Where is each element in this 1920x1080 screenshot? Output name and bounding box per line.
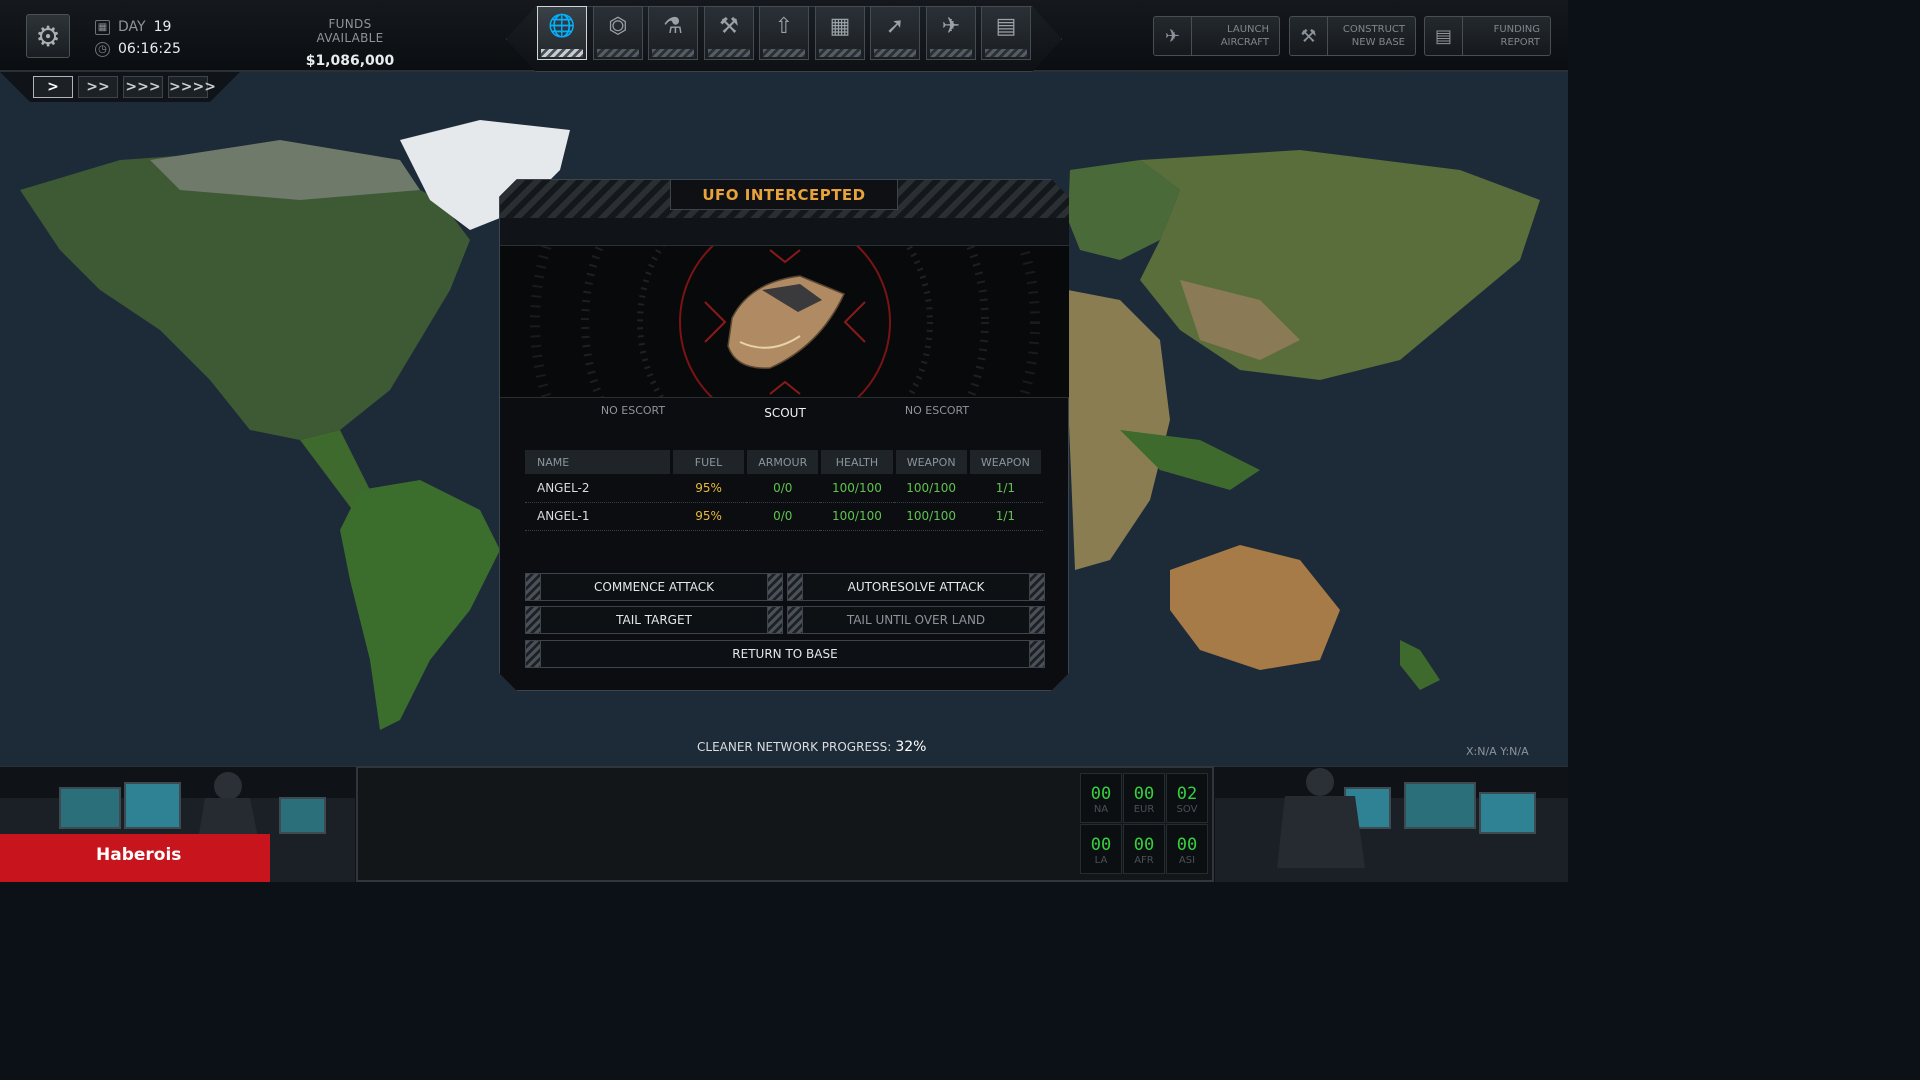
microscope-icon: ⚗	[663, 14, 683, 39]
table-row[interactable]: ANGEL-1 95% 0/0 100/100 100/100 1/1	[525, 502, 1043, 531]
craft-name: ANGEL-1	[525, 502, 672, 531]
col-weapon-2: WEAPON	[968, 450, 1045, 474]
counter-afr: 00 AFR	[1123, 824, 1165, 874]
progress-label: CLEANER NETWORK PROGRESS:	[697, 740, 892, 754]
craft-weapon-2: 1/1	[968, 502, 1043, 531]
nav-geoscape[interactable]: 🌐	[537, 6, 587, 60]
escort-left-label: NO ESCORT	[600, 404, 666, 417]
speed-4-button[interactable]: >>>>	[168, 76, 216, 98]
craft-table-header: NAME FUEL ARMOUR HEALTH WEAPON WEAPON	[525, 450, 1045, 474]
speed-3-button[interactable]: >>>	[123, 76, 163, 98]
day-label: DAY	[118, 19, 146, 35]
map-coordinates: X:N/A Y:N/A	[1466, 745, 1529, 758]
craft-armour: 0/0	[745, 502, 820, 531]
autoresolve-attack-button[interactable]: AUTORESOLVE ATTACK	[787, 573, 1045, 601]
aircraft-icon: ✈	[1154, 17, 1192, 55]
tail-target-button[interactable]: TAIL TARGET	[525, 606, 783, 634]
funds-label: FUNDS AVAILABLE	[316, 17, 384, 45]
table-row[interactable]: ANGEL-2 95% 0/0 100/100 100/100 1/1	[525, 474, 1043, 503]
craft-fuel: 95%	[671, 502, 746, 531]
counter-na: 00 NA	[1080, 773, 1122, 823]
progress-value: 32%	[895, 739, 927, 755]
cabinet-icon: ▤	[995, 14, 1017, 39]
nav-engineering[interactable]: ⚒	[704, 6, 754, 60]
tail-until-over-land-button[interactable]: TAIL UNTIL OVER LAND	[787, 606, 1045, 634]
construct-base-label: CONSTRUCT NEW BASE	[1342, 24, 1405, 48]
craft-weapon-1: 100/100	[894, 474, 969, 503]
ufo-type-label: SCOUT	[764, 406, 806, 420]
speed-1-button[interactable]: >	[33, 76, 73, 98]
return-to-base-button[interactable]: RETURN TO BASE	[525, 640, 1045, 668]
day-value: 19	[153, 19, 172, 35]
jet-icon: ✈	[941, 14, 961, 39]
ufo-scout-icon	[727, 275, 846, 369]
craft-health: 100/100	[819, 474, 895, 503]
funding-report-button[interactable]: ▤ FUNDING REPORT	[1424, 16, 1551, 56]
nav-stores[interactable]: ▦	[815, 6, 865, 60]
dialog-sub-strip	[500, 218, 1069, 246]
craft-weapon-2: 1/1	[968, 474, 1043, 503]
craft-weapon-1: 100/100	[894, 502, 969, 531]
commence-attack-button[interactable]: COMMENCE ATTACK	[525, 573, 783, 601]
date-time-display: ▦ DAY 19 ◷ 06:16:25	[95, 16, 181, 60]
globe-icon: 🌐	[548, 14, 576, 39]
col-name: NAME	[525, 450, 673, 474]
nav-soldiers[interactable]: ⇧	[759, 6, 809, 60]
escort-right-label: NO ESCORT	[904, 404, 970, 417]
counter-sov: 02 SOV	[1166, 773, 1208, 823]
game-time: 06:16:25	[118, 41, 181, 57]
launch-aircraft-button[interactable]: ✈ LAUNCH AIRCRAFT	[1153, 16, 1280, 56]
stores-icon: ▦	[829, 14, 851, 39]
funds-display: FUNDS AVAILABLE $1,086,000	[296, 17, 404, 69]
nav-hangar[interactable]: ✈	[926, 6, 976, 60]
counter-eur: 00 EUR	[1123, 773, 1165, 823]
col-fuel: FUEL	[671, 450, 748, 474]
craft-health: 100/100	[819, 502, 895, 531]
nav-research[interactable]: ⚗	[648, 6, 698, 60]
rifle-icon: ➚	[885, 14, 905, 39]
nav-armory[interactable]: ➚	[870, 6, 920, 60]
col-health: HEALTH	[819, 450, 896, 474]
funding-report-label: FUNDING REPORT	[1493, 24, 1540, 48]
operator-console-right	[1215, 768, 1568, 882]
col-armour: ARMOUR	[745, 450, 822, 474]
dialog-title: UFO INTERCEPTED	[702, 185, 866, 204]
craft-fuel: 95%	[671, 474, 746, 503]
craft-table: NAME FUEL ARMOUR HEALTH WEAPON WEAPON AN…	[525, 450, 1045, 531]
calendar-icon: ▦	[95, 19, 110, 35]
counter-la: 00 LA	[1080, 824, 1122, 874]
settings-button[interactable]: ⚙	[26, 14, 70, 58]
region-counters: 00 NA 00 EUR 02 SOV 00 LA 00 AFR 00 ASI	[1080, 773, 1208, 879]
funds-value: $1,086,000	[305, 53, 395, 69]
ufo-radar-view	[500, 246, 1069, 398]
counter-asi: 00 ASI	[1166, 824, 1208, 874]
nav-archives[interactable]: ▤	[981, 6, 1031, 60]
construct-base-button[interactable]: ⚒ CONSTRUCT NEW BASE	[1289, 16, 1416, 56]
gear-icon: ⚙	[35, 19, 61, 53]
excavator-icon: ⚒	[1290, 17, 1328, 55]
rank-icon: ⇧	[774, 14, 794, 39]
clock-icon: ◷	[95, 41, 110, 57]
ufo-intercepted-dialog: UFO INTERCEPTED NO ESCORT SCOUT NO ESCOR…	[499, 179, 1069, 691]
top-bar: ⚙ ▦ DAY 19 ◷ 06:16:25 FUNDS AVAILABLE $1…	[0, 0, 1568, 72]
dialog-title-box: UFO INTERCEPTED	[670, 180, 898, 210]
craft-name: ANGEL-2	[525, 474, 672, 503]
region-name-tag[interactable]: Haberois	[0, 834, 270, 882]
speed-2-button[interactable]: >>	[78, 76, 118, 98]
launch-aircraft-label: LAUNCH AIRCRAFT	[1220, 24, 1269, 48]
nav-base[interactable]: ⏣	[593, 6, 643, 60]
col-weapon-1: WEAPON	[894, 450, 970, 474]
cleaner-network-progress: CLEANER NETWORK PROGRESS: 32%	[697, 739, 926, 755]
craft-armour: 0/0	[745, 474, 820, 503]
hangar-icon: ⏣	[608, 14, 628, 39]
tools-icon: ⚒	[719, 14, 739, 39]
document-icon: ▤	[1425, 17, 1463, 55]
